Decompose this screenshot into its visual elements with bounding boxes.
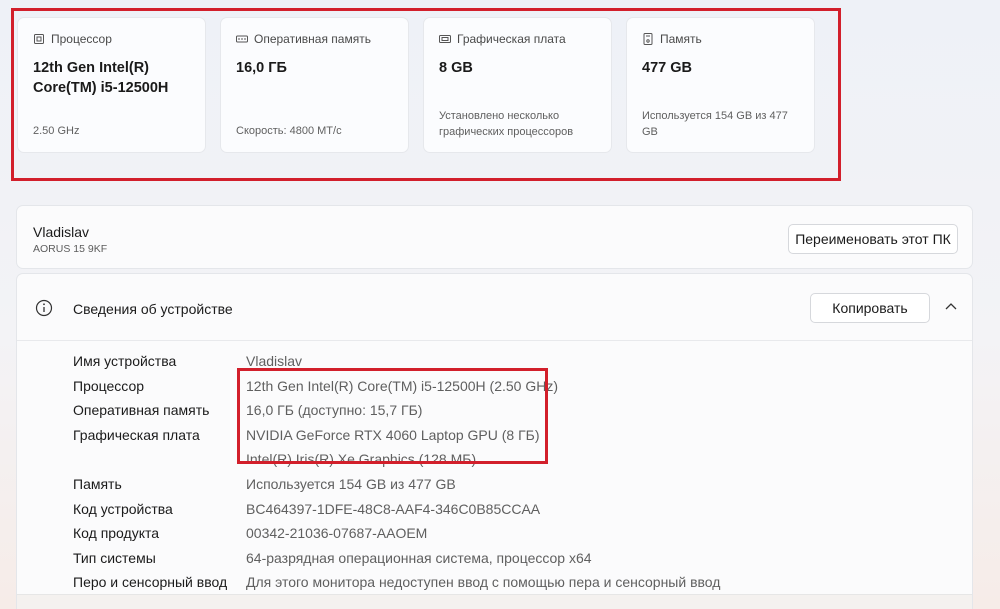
gpu-card: Графическая плата 8 GB Установлено неско… [423, 17, 612, 153]
spec-row: Графическая плата NVIDIA GeForce RTX 4060… [73, 423, 720, 448]
spec-label: Графическая плата [73, 426, 200, 443]
spec-value: Vladislav [246, 353, 303, 369]
spec-value: Intel(R) Iris(R) Xe Graphics (128 МБ) [246, 451, 477, 468]
spec-row: Тип системы 64-разрядная операционная сис… [73, 546, 720, 571]
processor-card: Процессор 12th Gen Intel(R) Core(TM) i5-… [17, 17, 206, 153]
device-name: Vladislav [33, 224, 90, 240]
spec-value: NVIDIA GeForce RTX 4060 Laptop GPU (8 ГБ… [246, 426, 540, 443]
spec-row: Intel(R) Iris(R) Xe Graphics (128 МБ) [73, 447, 720, 472]
device-details-panel: Сведения об устройстве Копировать Имя ус… [16, 273, 973, 609]
spec-row: Оперативная память 16,0 ГБ (доступно: 15,… [73, 398, 720, 423]
spec-label: Тип системы [73, 549, 156, 566]
gpu-icon [439, 35, 451, 43]
ram-icon [236, 35, 248, 43]
spec-list: Имя устройства Vladislav Процессор 12th Ge… [73, 349, 720, 595]
card-value: 16,0 ГБ [236, 60, 287, 76]
device-details-title: Сведения об устройстве [73, 301, 233, 317]
spec-label: Код устройства [73, 500, 173, 517]
spec-row: Память Используется 154 GB из 477 GB [73, 472, 720, 497]
spec-label: Перо и сенсорный ввод [73, 574, 228, 591]
card-value: 12th Gen Intel(R) Core(TM) i5-12500H [33, 60, 169, 96]
cpu-icon [34, 34, 44, 44]
card-title: Процессор [51, 32, 112, 46]
card-title: Оперативная память [254, 32, 371, 46]
spec-label: Память [73, 475, 122, 492]
spec-row: Код продукта 00342-21036-07687-AAOEM [73, 521, 720, 546]
spec-label: Оперативная память [73, 402, 210, 419]
storage-card: Память 477 GB Используется 154 GB из 477… [626, 17, 815, 153]
info-icon [35, 299, 53, 317]
spec-row: Имя устройства Vladislav [73, 349, 720, 374]
card-value: 477 GB [642, 60, 692, 76]
chevron-up-icon[interactable] [944, 300, 958, 314]
spec-value: Используется 154 GB из 477 GB [246, 475, 456, 492]
spec-label: Процессор [73, 377, 145, 394]
rename-pc-button[interactable]: Переименовать этот ПК [788, 224, 958, 254]
card-subtext: Скорость: 4800 МТ/с [236, 125, 342, 137]
spec-label: Код продукта [73, 525, 160, 542]
divider [17, 340, 972, 341]
spec-value: BC464397-1DFE-48C8-AAF4-346C0B85CCAA [246, 500, 541, 517]
spec-label [73, 447, 246, 472]
card-subtext: Используется 154 GB из 477 GB [642, 110, 788, 138]
hardware-summary-cards: Процессор 12th Gen Intel(R) Core(TM) i5-… [17, 17, 817, 153]
spec-row: Перо и сенсорный ввод Для этого монитора … [73, 570, 720, 595]
storage-icon [643, 33, 653, 45]
card-title: Память [660, 32, 702, 46]
card-subtext: 2.50 GHz [33, 125, 80, 137]
spec-row: Код устройства BC464397-1DFE-48C8-AAF4-34… [73, 497, 720, 522]
card-title: Графическая плата [457, 32, 566, 46]
spec-value: 12th Gen Intel(R) Core(TM) i5-12500H (2.… [246, 377, 558, 394]
device-details-header[interactable]: Сведения об устройстве Копировать [17, 274, 972, 340]
spec-value: 00342-21036-07687-AAOEM [246, 525, 428, 542]
card-subtext: Установлено несколько графических процес… [439, 110, 574, 138]
device-name-panel: Vladislav AORUS 15 9KF Переименовать это… [16, 205, 973, 269]
spec-value: Для этого монитора недоступен ввод с пом… [246, 574, 721, 591]
spec-value: 64-разрядная операционная система, проце… [246, 549, 592, 566]
spec-value: 16,0 ГБ (доступно: 15,7 ГБ) [246, 402, 423, 419]
ram-card: Оперативная память 16,0 ГБ Скорость: 480… [220, 17, 409, 153]
copy-button[interactable]: Копировать [810, 293, 930, 323]
card-value: 8 GB [439, 60, 473, 76]
related-section-edge [17, 594, 972, 609]
spec-row: Процессор 12th Gen Intel(R) Core(TM) i5-1… [73, 374, 720, 399]
device-model: AORUS 15 9KF [33, 243, 108, 255]
spec-label: Имя устройства [73, 353, 177, 369]
